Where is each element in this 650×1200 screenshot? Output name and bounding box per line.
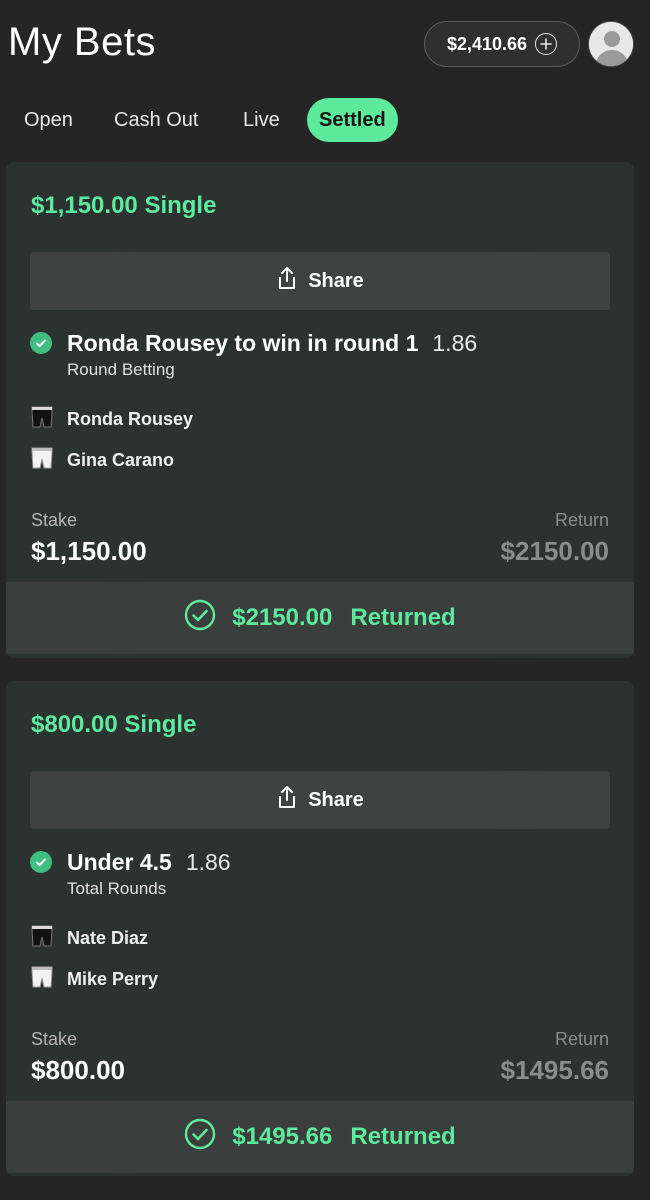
selection-name: Under 4.5 1.86 [67,849,231,875]
share-icon [276,785,298,815]
balance-button[interactable]: $2,410.66 [424,21,580,67]
white-shorts-icon [30,966,54,993]
return-value: $1495.66 [500,1055,609,1085]
user-avatar-icon[interactable] [588,21,634,67]
tab-settled[interactable]: Settled [307,98,398,142]
selection-name: Ronda Rousey to win in round 1 1.86 [67,330,478,356]
white-shorts-icon [30,447,54,474]
header: My Bets $2,410.66 [0,0,650,92]
returned-status: $2150.00 Returned [6,582,634,654]
share-label: Share [308,788,364,811]
stake-label: Stake [31,510,78,530]
tab-cash-out[interactable]: Cash Out [114,98,198,142]
check-circle-icon [184,1118,216,1157]
returned-status: $1495.66 Returned [6,1101,634,1173]
bet-title: $1,150.00 Single [31,192,217,219]
fighter-name: Ronda Rousey [67,408,194,429]
return-label: Return [554,1029,609,1049]
black-shorts-icon [30,406,54,433]
bet-card: $800.00 Single Share Under 4.5 1.86 Total… [6,681,634,1176]
stake-value: $1,150.00 [31,536,147,566]
stake-label: Stake [31,1029,78,1049]
fighter-row: Nate Diaz [30,925,149,952]
check-icon [30,851,52,873]
returned-label: Returned [350,604,456,631]
check-icon [30,332,52,354]
stake-value: $800.00 [31,1055,125,1085]
selection-market: Total Rounds [67,879,167,898]
bet-card: $1,150.00 Single Share Ronda Rousey to w… [6,162,634,658]
selection-odds: 1.86 [432,330,478,356]
share-button[interactable]: Share [30,252,610,310]
fighter-name: Mike Perry [67,968,159,989]
black-shorts-icon [30,925,54,952]
selection-odds: 1.86 [185,849,231,875]
returned-label: Returned [350,1123,456,1150]
balance-amount: $2,410.66 [446,33,528,54]
return-label: Return [554,510,609,530]
fighter-row: Ronda Rousey [30,406,194,433]
check-circle-icon [184,599,216,638]
bet-tabs: Open Cash Out Live Settled [0,98,650,142]
share-label: Share [308,269,364,292]
page-title: My Bets [8,20,156,64]
selection-market: Round Betting [67,360,175,379]
fighter-name: Gina Carano [67,449,175,470]
fighter-row: Mike Perry [30,966,159,993]
share-icon [276,266,298,296]
bet-title: $800.00 Single [31,711,197,738]
fighter-row: Gina Carano [30,447,175,474]
fighter-name: Nate Diaz [67,927,149,948]
plus-circle-icon [535,33,558,55]
returned-amount: $2150.00 [232,604,333,631]
returned-amount: $1495.66 [232,1123,333,1150]
return-value: $2150.00 [500,536,609,566]
tab-open[interactable]: Open [24,98,73,142]
share-button[interactable]: Share [30,771,610,829]
tab-live[interactable]: Live [243,98,280,142]
